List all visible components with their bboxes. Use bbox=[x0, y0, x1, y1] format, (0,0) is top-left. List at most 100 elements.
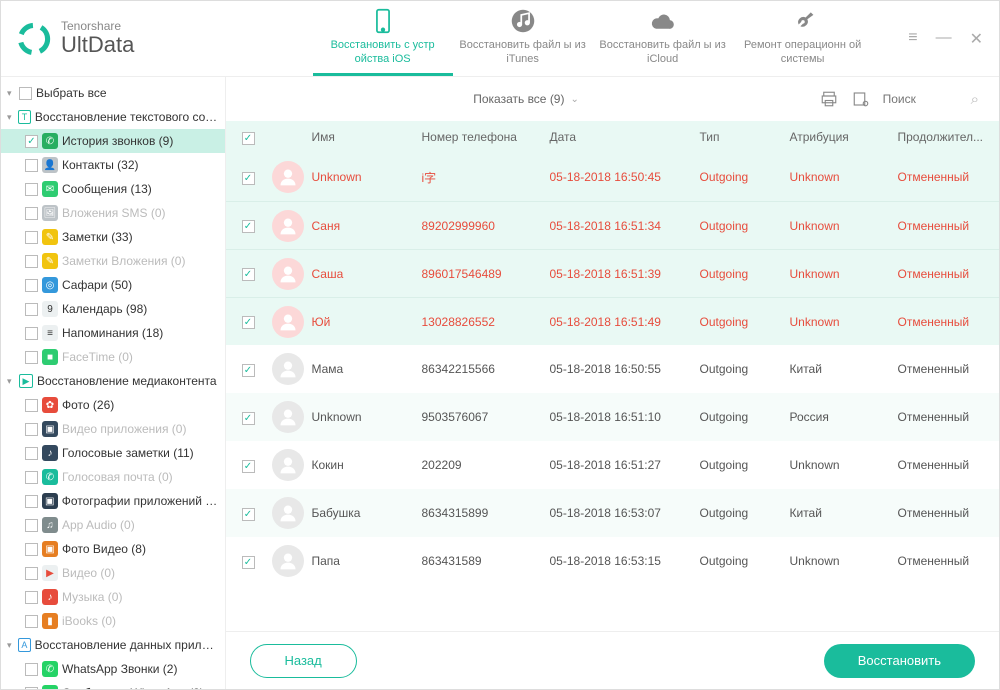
item-checkbox[interactable] bbox=[25, 567, 38, 580]
sidebar-item[interactable]: ▣Фото Видео (8) bbox=[1, 537, 225, 561]
cell-status: Отмененный bbox=[898, 170, 984, 184]
item-icon: 👤 bbox=[42, 157, 58, 173]
item-checkbox[interactable] bbox=[25, 231, 38, 244]
tab-0[interactable]: Восстановить с устр ойства iOS bbox=[313, 1, 453, 76]
select-all-checkbox[interactable] bbox=[19, 87, 32, 100]
menu-icon[interactable]: ≡ bbox=[908, 29, 917, 49]
sidebar-item[interactable]: ✆История звонков (9) bbox=[1, 129, 225, 153]
back-button[interactable]: Назад bbox=[250, 644, 357, 678]
sidebar-item[interactable]: ▶Видео (0) bbox=[1, 561, 225, 585]
item-checkbox[interactable] bbox=[25, 183, 38, 196]
table-row[interactable]: Саня8920299996005-18-2018 16:51:34Outgoi… bbox=[226, 201, 1000, 249]
table-row[interactable]: Unknowni字05-18-2018 16:50:45OutgoingUnkn… bbox=[226, 153, 1000, 201]
table-row[interactable]: Unknown950357606705-18-2018 16:51:10Outg… bbox=[226, 393, 1000, 441]
item-checkbox[interactable] bbox=[25, 303, 38, 316]
row-checkbox[interactable] bbox=[242, 268, 255, 281]
cell-attr: Китай bbox=[790, 506, 898, 520]
sidebar-item[interactable]: ✎Заметки (33) bbox=[1, 225, 225, 249]
sidebar-item[interactable]: ♫App Audio (0) bbox=[1, 513, 225, 537]
sidebar-item[interactable]: ✉Сообщения WhatsApp (3) bbox=[1, 681, 225, 689]
item-checkbox[interactable] bbox=[25, 279, 38, 292]
item-checkbox[interactable] bbox=[25, 423, 38, 436]
recover-button[interactable]: Восстановить bbox=[824, 644, 975, 678]
item-checkbox[interactable] bbox=[25, 543, 38, 556]
table-row[interactable]: Папа86343158905-18-2018 16:53:15Outgoing… bbox=[226, 537, 1000, 585]
sidebar-item[interactable]: ◎Сафари (50) bbox=[1, 273, 225, 297]
search-icon[interactable]: ⌕ bbox=[971, 91, 979, 108]
item-checkbox[interactable] bbox=[25, 447, 38, 460]
table-row[interactable]: Юй1302882655205-18-2018 16:51:49Outgoing… bbox=[226, 297, 1000, 345]
settings-icon[interactable] bbox=[851, 89, 871, 109]
row-checkbox[interactable] bbox=[242, 220, 255, 233]
sidebar[interactable]: ▾Выбрать все▾TВосстановление текстового … bbox=[1, 77, 226, 689]
tab-2[interactable]: Восстановить файл ы из iCloud bbox=[593, 1, 733, 76]
item-checkbox[interactable] bbox=[25, 591, 38, 604]
item-checkbox[interactable] bbox=[25, 351, 38, 364]
search-box[interactable]: ⌕ bbox=[883, 91, 979, 108]
sidebar-group[interactable]: ▾TВосстановление текстового содержи bbox=[1, 105, 225, 129]
item-checkbox[interactable] bbox=[25, 399, 38, 412]
item-checkbox[interactable] bbox=[25, 135, 38, 148]
sidebar-item[interactable]: ▣Видео приложения (0) bbox=[1, 417, 225, 441]
table-row[interactable]: Кокин20220905-18-2018 16:51:27OutgoingUn… bbox=[226, 441, 1000, 489]
cell-type: Outgoing bbox=[700, 219, 790, 233]
avatar-icon bbox=[272, 497, 304, 529]
cell-type: Outgoing bbox=[700, 362, 790, 376]
table-row[interactable]: Саша89601754648905-18-2018 16:51:39Outgo… bbox=[226, 249, 1000, 297]
col-status[interactable]: Продолжител... bbox=[898, 130, 984, 144]
select-all-checkbox[interactable] bbox=[242, 132, 255, 145]
minimize-icon[interactable]: — bbox=[936, 29, 952, 49]
sidebar-item[interactable]: 👤Контакты (32) bbox=[1, 153, 225, 177]
col-name[interactable]: Имя bbox=[312, 130, 422, 144]
row-checkbox[interactable] bbox=[242, 364, 255, 377]
row-checkbox[interactable] bbox=[242, 172, 255, 185]
item-checkbox[interactable] bbox=[25, 663, 38, 676]
col-phone[interactable]: Номер телефона bbox=[422, 130, 550, 144]
sidebar-item[interactable]: 🖼Вложения SMS (0) bbox=[1, 201, 225, 225]
print-icon[interactable] bbox=[819, 89, 839, 109]
row-checkbox[interactable] bbox=[242, 316, 255, 329]
col-date[interactable]: Дата bbox=[550, 130, 700, 144]
sidebar-item[interactable]: ✆Голосовая почта (0) bbox=[1, 465, 225, 489]
sidebar-item[interactable]: ≡Напоминания (18) bbox=[1, 321, 225, 345]
sidebar-group[interactable]: ▾AВосстановление данных приложений bbox=[1, 633, 225, 657]
sidebar-group[interactable]: ▾▶Восстановление медиаконтента bbox=[1, 369, 225, 393]
sidebar-item[interactable]: ▮iBooks (0) bbox=[1, 609, 225, 633]
table-row[interactable]: Мама8634221556605-18-2018 16:50:55Outgoi… bbox=[226, 345, 1000, 393]
sidebar-item[interactable]: ▣Фотографии приложений (24 bbox=[1, 489, 225, 513]
sidebar-item[interactable]: 9Календарь (98) bbox=[1, 297, 225, 321]
item-checkbox[interactable] bbox=[25, 159, 38, 172]
row-checkbox[interactable] bbox=[242, 412, 255, 425]
search-input[interactable] bbox=[883, 92, 963, 106]
table-rows[interactable]: Unknowni字05-18-2018 16:50:45OutgoingUnkn… bbox=[226, 153, 1000, 631]
row-checkbox[interactable] bbox=[242, 556, 255, 569]
item-checkbox[interactable] bbox=[25, 495, 38, 508]
filter-dropdown[interactable]: Показать все (9) ⌄ bbox=[246, 92, 807, 106]
item-checkbox[interactable] bbox=[25, 687, 38, 690]
tab-1[interactable]: Восстановить файл ы из iTunes bbox=[453, 1, 593, 76]
item-checkbox[interactable] bbox=[25, 615, 38, 628]
tab-3[interactable]: Ремонт операционн ой системы bbox=[733, 1, 873, 76]
row-checkbox[interactable] bbox=[242, 460, 255, 473]
item-checkbox[interactable] bbox=[25, 207, 38, 220]
sidebar-item[interactable]: ✆WhatsApp Звонки (2) bbox=[1, 657, 225, 681]
sidebar-item[interactable]: ✿Фото (26) bbox=[1, 393, 225, 417]
cell-name: Папа bbox=[312, 554, 422, 568]
select-all-row[interactable]: ▾Выбрать все bbox=[1, 81, 225, 105]
sidebar-item[interactable]: ♪Музыка (0) bbox=[1, 585, 225, 609]
sidebar-item[interactable]: ■FaceTime (0) bbox=[1, 345, 225, 369]
row-checkbox[interactable] bbox=[242, 508, 255, 521]
item-checkbox[interactable] bbox=[25, 255, 38, 268]
sidebar-item[interactable]: ♪Голосовые заметки (11) bbox=[1, 441, 225, 465]
sidebar-item[interactable]: ✉Сообщения (13) bbox=[1, 177, 225, 201]
item-label: FaceTime (0) bbox=[62, 350, 133, 364]
item-checkbox[interactable] bbox=[25, 519, 38, 532]
col-attr[interactable]: Атрибуция bbox=[790, 130, 898, 144]
item-checkbox[interactable] bbox=[25, 327, 38, 340]
close-icon[interactable]: ✕ bbox=[970, 29, 983, 49]
col-type[interactable]: Тип bbox=[700, 130, 790, 144]
item-checkbox[interactable] bbox=[25, 471, 38, 484]
table-row[interactable]: Бабушка863431589905-18-2018 16:53:07Outg… bbox=[226, 489, 1000, 537]
item-icon: ♫ bbox=[42, 517, 58, 533]
sidebar-item[interactable]: ✎Заметки Вложения (0) bbox=[1, 249, 225, 273]
